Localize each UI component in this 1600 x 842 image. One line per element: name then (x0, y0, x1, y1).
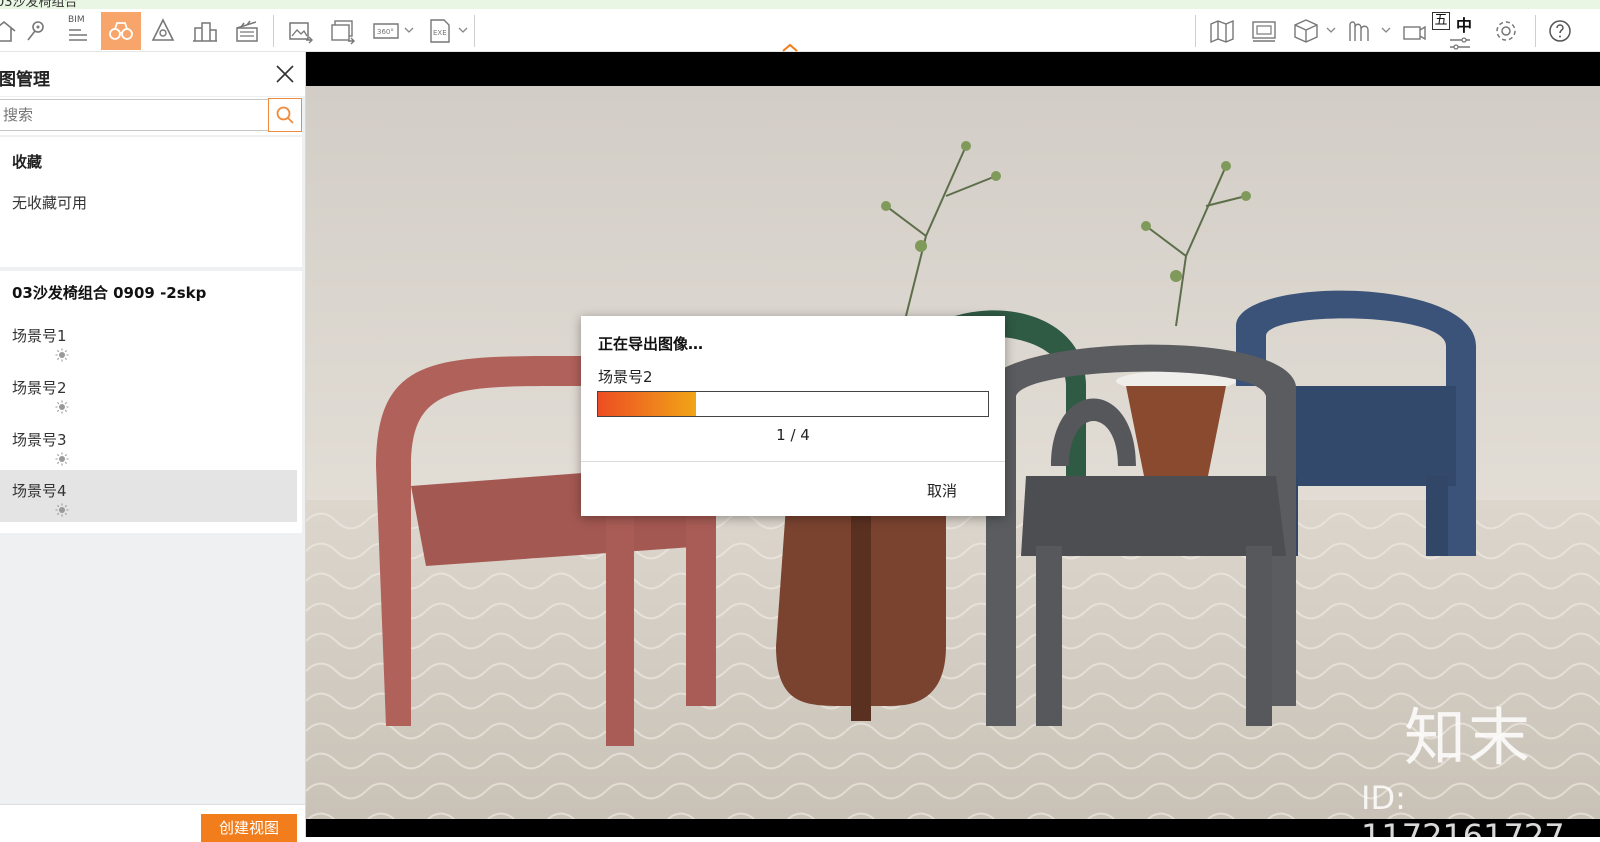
export-image-icon[interactable] (280, 12, 320, 50)
brand-watermark-logo: 知末 (1404, 701, 1533, 774)
projector-screen-icon[interactable] (1244, 12, 1284, 50)
scene-label: 场景号4 (12, 482, 67, 500)
scene-item-1[interactable]: 场景号1 (0, 315, 297, 367)
sun-icon (55, 400, 69, 414)
dialog-divider (581, 461, 1005, 462)
scene-label: 场景号3 (12, 431, 67, 449)
view-management-panel: 图管理 收藏 无收藏可用 03沙发椅组合 0909 -2skp 场景号1 场景号… (0, 52, 306, 842)
window-title-bar: 03沙发椅组合 (0, 0, 1600, 9)
section-cone-icon[interactable] (143, 12, 183, 50)
search-row (0, 97, 302, 135)
create-view-button[interactable]: 创建视图 (201, 814, 297, 842)
svg-text:360°: 360° (377, 28, 394, 36)
close-icon[interactable] (274, 63, 296, 85)
chevron-down-icon[interactable] (1326, 25, 1336, 35)
chevron-down-icon[interactable] (458, 25, 468, 35)
cube-view-icon[interactable] (1286, 12, 1326, 50)
bim-label: BIM (68, 15, 85, 25)
current-scene-label: 场景号2 (598, 368, 653, 386)
batch-export-icon[interactable] (322, 12, 362, 50)
toolbar-divider (1195, 15, 1196, 47)
settings-gear-icon[interactable] (1486, 12, 1526, 50)
export-exe-icon[interactable]: EXE (420, 12, 460, 50)
clapperboard-icon[interactable] (227, 12, 267, 50)
main-toolbar: BIM 360° EXE 五 中 (0, 9, 1600, 52)
location-pin-icon[interactable] (16, 12, 56, 50)
camera-icon[interactable] (1394, 12, 1434, 50)
panel-title: 图管理 (0, 70, 50, 90)
export-360-icon[interactable]: 360° (366, 12, 406, 50)
chevron-down-icon[interactable] (404, 25, 414, 35)
favorites-empty-text: 无收藏可用 (12, 194, 88, 212)
search-icon (276, 106, 294, 124)
sketch-style-icon[interactable] (1340, 12, 1380, 50)
map-icon[interactable] (1202, 12, 1242, 50)
progress-fill (598, 392, 696, 416)
panel-footer: 创建视图 (0, 804, 305, 842)
cancel-button[interactable]: 取消 (927, 480, 957, 501)
progress-count: 1 / 4 (776, 426, 810, 444)
favorites-section: 收藏 无收藏可用 (0, 137, 302, 267)
brand-watermark-id: ID: 1172161727 (1361, 779, 1565, 837)
chevron-down-icon[interactable] (1381, 25, 1391, 35)
search-button[interactable] (268, 98, 302, 132)
scene-item-3[interactable]: 场景号3 (0, 419, 297, 471)
dialog-title: 正在导出图像… (598, 335, 704, 353)
sun-icon (55, 348, 69, 362)
scene-item-4[interactable]: 场景号4 (0, 470, 297, 522)
export-progress-dialog: 正在导出图像… 场景号2 1 / 4 取消 (581, 316, 1005, 516)
window-title: 03沙发椅组合 (0, 0, 78, 9)
favorites-heading: 收藏 (12, 153, 43, 171)
scene-item-2[interactable]: 场景号2 (0, 367, 297, 419)
toolbar-divider (1535, 15, 1536, 47)
scene-label: 场景号2 (12, 379, 67, 397)
progress-bar (597, 391, 989, 417)
toolbar-divider (474, 15, 475, 47)
help-icon[interactable] (1540, 12, 1580, 50)
search-input[interactable] (0, 99, 270, 131)
sun-icon (55, 452, 69, 466)
scene-label: 场景号1 (12, 327, 67, 345)
buildings-icon[interactable] (185, 12, 225, 50)
toolbar-divider (273, 15, 274, 47)
sun-icon (55, 503, 69, 517)
panel-header: 图管理 (0, 52, 305, 96)
model-scenes-section: 03沙发椅组合 0909 -2skp 场景号1 场景号2 场景号3 场景号4 (0, 271, 302, 533)
walkthrough-binoculars-icon[interactable] (101, 12, 141, 50)
model-heading: 03沙发椅组合 0909 -2skp (12, 284, 207, 302)
svg-text:EXE: EXE (433, 29, 447, 37)
